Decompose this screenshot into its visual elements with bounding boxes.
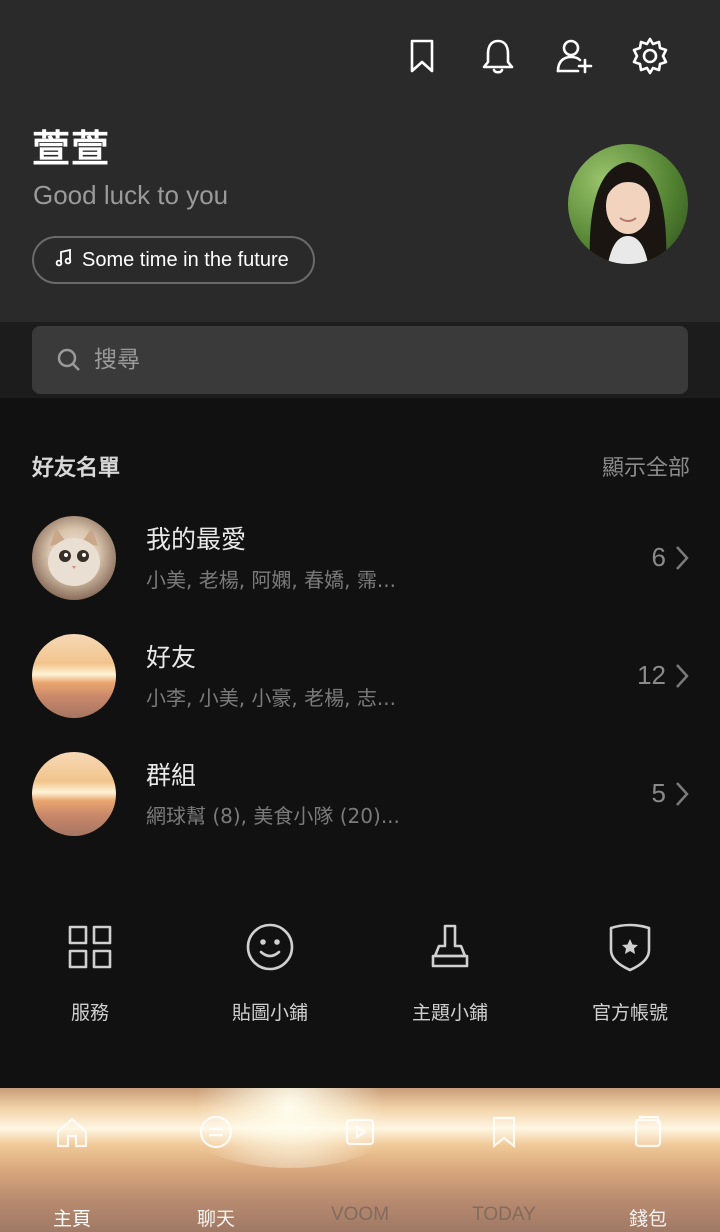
tab-label: 錢包 [628,1208,667,1230]
list-item-title: 群組 [146,761,197,790]
section-title: 好友名單 [32,456,121,481]
profile-music-button[interactable]: Some time in the future [32,236,315,284]
list-item-count: 6 [651,542,666,572]
friends-section-header: 好友名單 顯示全部 [32,450,690,482]
shortcut-grid: 服務 貼圖小鋪 主題小鋪 官方帳號 [0,920,720,1025]
tab-today[interactable]: TODAY [432,1088,576,1232]
chat-icon [199,1115,233,1149]
show-all-link[interactable]: 顯示全部 [602,450,690,482]
bookmark-icon[interactable] [384,32,460,80]
list-item-subtitle: 網球幫 (8), 美食小隊 (20)... [146,804,400,828]
profile-name[interactable]: 萱萱 [32,118,110,173]
search-bar-area [0,322,720,398]
shortcut-official-accounts[interactable]: 官方帳號 [540,920,720,1025]
list-item-groups[interactable]: 群組 網球幫 (8), 美食小隊 (20)... 5 [0,752,720,852]
shortcut-label: 官方帳號 [591,1002,668,1024]
shortcut-label: 主題小鋪 [411,1002,488,1024]
music-note-icon [54,248,74,272]
search-icon [57,348,80,371]
shortcut-label: 服務 [70,1002,109,1024]
shield-star-icon [609,923,651,972]
add-friend-icon[interactable] [536,32,612,80]
list-item-favorites[interactable]: 我的最愛 小美, 老楊, 阿嫻, 春嬌, 霈... 6 [0,516,720,616]
list-item-friends[interactable]: 好友 小李, 小美, 小豪, 老楊, 志... 12 [0,634,720,734]
avatar[interactable] [568,144,688,264]
bell-icon[interactable] [460,32,536,80]
status-message[interactable]: Good luck to you [33,180,228,211]
tab-label: 主頁 [52,1208,91,1230]
bottom-tab-bar: 主頁 聊天 VOOM TODAY 錢包 [0,1088,720,1232]
list-item-subtitle: 小美, 老楊, 阿嫻, 春嬌, 霈... [146,568,396,592]
groups-thumbnail [32,752,116,836]
shortcut-theme-shop[interactable]: 主題小鋪 [360,920,540,1025]
tab-label: VOOM [330,1204,390,1225]
search-box[interactable] [32,326,688,394]
music-title: Some time in the future [82,248,289,271]
tab-voom[interactable]: VOOM [288,1088,432,1232]
list-item-count: 12 [637,660,666,690]
today-icon [492,1116,516,1149]
wallet-icon [634,1115,662,1148]
profile-header: 萱萱 Good luck to you Some time in the fut… [0,0,720,322]
chevron-right-icon [674,544,690,572]
brush-icon [431,924,469,968]
shortcut-label: 貼圖小鋪 [231,1002,308,1024]
shortcut-sticker-shop[interactable]: 貼圖小鋪 [180,920,360,1025]
tab-label: 聊天 [196,1208,235,1230]
search-input[interactable] [94,347,594,373]
smiley-icon [246,923,294,971]
voom-icon [345,1118,375,1146]
settings-icon[interactable] [612,32,688,80]
list-item-count: 5 [651,778,666,808]
tab-chat[interactable]: 聊天 [144,1088,288,1232]
grid-icon [68,925,112,969]
favorites-thumbnail [32,516,116,600]
list-item-subtitle: 小李, 小美, 小豪, 老楊, 志... [146,686,396,710]
chevron-right-icon [674,662,690,690]
list-item-title: 好友 [146,643,197,672]
tab-wallet[interactable]: 錢包 [576,1088,720,1232]
home-icon [56,1117,88,1148]
tab-label: TODAY [472,1204,536,1225]
list-item-title: 我的最愛 [146,525,247,554]
header-toolbar [384,32,688,80]
chevron-right-icon [674,780,690,808]
shortcut-services[interactable]: 服務 [0,920,180,1025]
friends-thumbnail [32,634,116,718]
tab-home[interactable]: 主頁 [0,1088,144,1232]
